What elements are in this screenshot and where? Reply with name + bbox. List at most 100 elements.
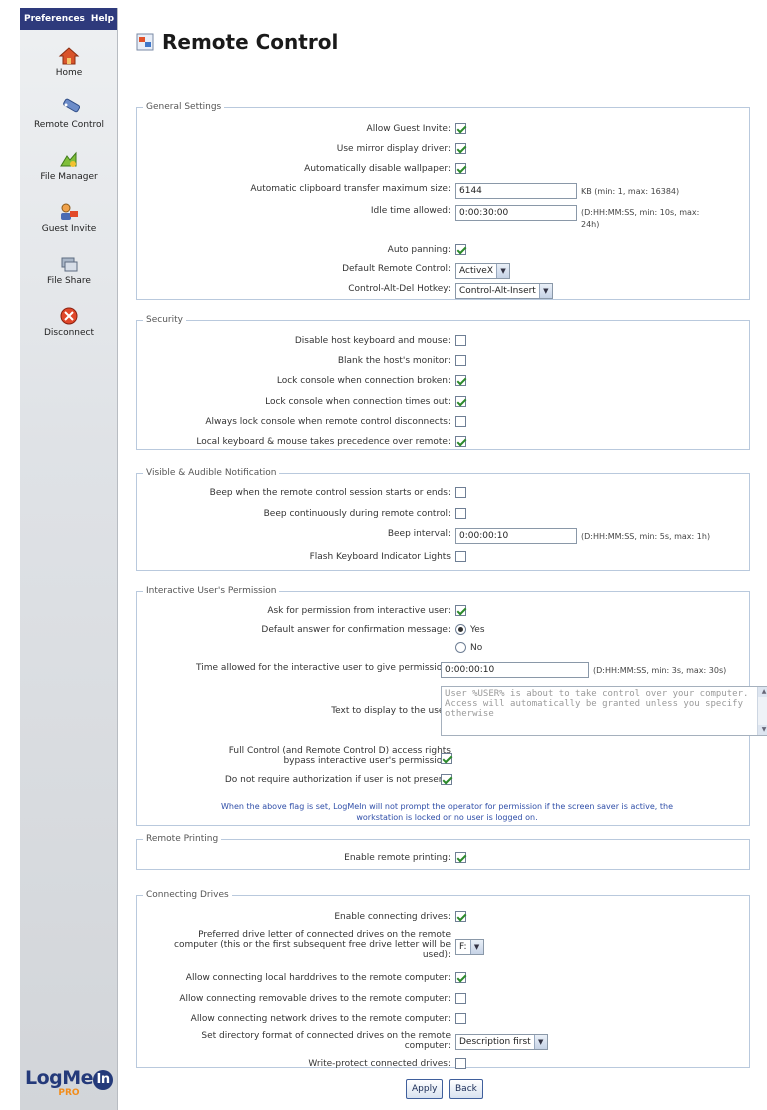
row-auto-panning: Auto panning: xyxy=(137,244,749,260)
user-text-textarea[interactable]: User %USER% is about to take control ove… xyxy=(441,686,767,736)
nav-file-share[interactable]: File Share xyxy=(20,254,118,292)
row-cad-hotkey: Control-Alt-Del Hotkey: Control-Alt-Inse… xyxy=(137,283,749,299)
security-group: Security Disable host keyboard and mouse… xyxy=(136,315,750,450)
blank-monitor-checkbox[interactable] xyxy=(455,355,466,366)
dir-format-select[interactable]: Description first ▼ xyxy=(455,1034,548,1050)
row-local-hd: Allow connecting local harddrives to the… xyxy=(137,972,749,988)
removable-label: Allow connecting removable drives to the… xyxy=(179,994,451,1004)
row-flash: Flash Keyboard Indicator Lights xyxy=(137,551,749,567)
row-network: Allow connecting network drives to the r… xyxy=(137,1013,749,1029)
removable-checkbox[interactable] xyxy=(455,993,466,1004)
row-answer-no: No xyxy=(137,642,749,658)
disable-wallpaper-label: Automatically disable wallpaper: xyxy=(304,164,451,174)
nav-disconnect[interactable]: Disconnect xyxy=(20,306,118,344)
beep-interval-input[interactable] xyxy=(455,528,577,544)
nav-file-manager[interactable]: File Manager xyxy=(20,150,118,188)
home-icon xyxy=(58,47,80,65)
drive-letter-label-line3: used): xyxy=(422,950,451,960)
permission-time-input[interactable] xyxy=(441,662,589,678)
write-protect-checkbox[interactable] xyxy=(455,1058,466,1069)
logo-wordmark: LogMe xyxy=(24,1067,94,1089)
idle-time-input[interactable] xyxy=(455,205,577,221)
menu-help[interactable]: Help xyxy=(91,8,114,30)
beep-start-label: Beep when the remote control session sta… xyxy=(209,488,451,498)
no-auth-checkbox[interactable] xyxy=(441,774,452,785)
menu-preferences[interactable]: Preferences xyxy=(24,8,85,30)
row-blank-monitor: Blank the host's monitor: xyxy=(137,355,749,371)
file-manager-icon xyxy=(60,151,77,167)
ask-permission-checkbox[interactable] xyxy=(455,605,466,616)
nav-file-manager-label: File Manager xyxy=(40,172,98,182)
row-allow-guest-invite: Allow Guest Invite: xyxy=(137,123,749,139)
beep-cont-checkbox[interactable] xyxy=(455,508,466,519)
answer-yes-radio[interactable] xyxy=(455,624,466,635)
row-enable-drives: Enable connecting drives: xyxy=(137,911,749,927)
remote-control-icon xyxy=(63,98,80,113)
page-title: Remote Control xyxy=(162,30,339,54)
always-lock-label: Always lock console when remote control … xyxy=(205,417,451,427)
general-settings-group: General Settings Allow Guest Invite: Use… xyxy=(136,102,750,300)
always-lock-checkbox[interactable] xyxy=(455,416,466,427)
nav-file-share-label: File Share xyxy=(47,276,91,286)
disconnect-icon xyxy=(60,307,78,325)
textarea-scrollbar[interactable]: ▲ ▼ xyxy=(757,687,767,735)
allow-guest-invite-checkbox[interactable] xyxy=(455,123,466,134)
apply-button[interactable]: Apply xyxy=(406,1079,444,1099)
guest-invite-icon xyxy=(61,203,78,220)
default-rc-select[interactable]: ActiveX ▼ xyxy=(455,263,511,279)
nav-guest-invite-label: Guest Invite xyxy=(41,224,97,234)
chevron-down-icon: ▼ xyxy=(533,1035,547,1049)
row-clipboard: Automatic clipboard transfer maximum siz… xyxy=(137,183,749,199)
nav-guest-invite[interactable]: Guest Invite xyxy=(20,202,118,240)
chevron-down-icon: ▼ xyxy=(469,940,483,954)
lock-timeout-label: Lock console when connection times out: xyxy=(265,397,451,407)
drive-letter-label-line1: Preferred drive letter of connected driv… xyxy=(198,930,451,940)
local-hd-checkbox[interactable] xyxy=(455,972,466,983)
row-removable: Allow connecting removable drives to the… xyxy=(137,993,749,1009)
full-control-checkbox[interactable] xyxy=(441,753,452,764)
row-user-text: Text to display to the user: User %USER%… xyxy=(137,686,767,738)
row-local-precedence: Local keyboard & mouse takes precedence … xyxy=(137,436,749,452)
row-beep-start: Beep when the remote control session sta… xyxy=(137,487,749,503)
enable-printing-checkbox[interactable] xyxy=(455,852,466,863)
idle-time-label: Idle time allowed: xyxy=(370,206,451,216)
logmein-logo: LogMe In PRO xyxy=(24,1067,114,1098)
drive-letter-select[interactable]: F: ▼ xyxy=(455,939,484,955)
enable-drives-checkbox[interactable] xyxy=(455,911,466,922)
scroll-down-icon[interactable]: ▼ xyxy=(758,725,767,735)
permission-note-line1: When the above flag is set, LogMeIn will… xyxy=(221,802,673,811)
local-precedence-checkbox[interactable] xyxy=(455,436,466,447)
logo-circle: In xyxy=(93,1070,114,1090)
back-button[interactable]: Back xyxy=(449,1079,483,1099)
permission-legend: Interactive User's Permission xyxy=(146,586,277,596)
auto-panning-checkbox[interactable] xyxy=(455,244,466,255)
mirror-driver-checkbox[interactable] xyxy=(455,143,466,154)
flash-checkbox[interactable] xyxy=(455,551,466,562)
disable-kb-checkbox[interactable] xyxy=(455,335,466,346)
drives-group: Connecting Drives Enable connecting driv… xyxy=(136,890,750,1069)
ask-permission-label: Ask for permission from interactive user… xyxy=(267,606,451,616)
disable-wallpaper-checkbox[interactable] xyxy=(455,163,466,174)
row-dir-format: Set directory format of connected drives… xyxy=(137,1031,749,1055)
lock-timeout-checkbox[interactable] xyxy=(455,396,466,407)
network-label: Allow connecting network drives to the r… xyxy=(190,1014,451,1024)
full-control-label-line1: Full Control (and Remote Control D) acce… xyxy=(228,746,451,756)
nav-remote-control[interactable]: Remote Control xyxy=(20,98,118,136)
network-checkbox[interactable] xyxy=(455,1013,466,1024)
answer-no-radio[interactable] xyxy=(455,642,466,653)
idle-time-hint: (D:HH:MM:SS, min: 10s, max: 24h) xyxy=(581,207,699,231)
clipboard-size-input[interactable] xyxy=(455,183,577,199)
row-drive-letter: Preferred drive letter of connected driv… xyxy=(137,930,749,964)
cad-hotkey-select[interactable]: Control-Alt-Insert ▼ xyxy=(455,283,553,299)
beep-cont-label: Beep continuously during remote control: xyxy=(263,509,451,519)
scroll-up-icon[interactable]: ▲ xyxy=(758,687,767,697)
row-beep-cont: Beep continuously during remote control: xyxy=(137,508,749,524)
row-idle-time: Idle time allowed: (D:HH:MM:SS, min: 10s… xyxy=(137,205,749,231)
lock-broken-checkbox[interactable] xyxy=(455,375,466,386)
row-ask-permission: Ask for permission from interactive user… xyxy=(137,605,749,621)
nav-home[interactable]: Home xyxy=(20,46,118,84)
security-legend: Security xyxy=(146,315,183,325)
beep-start-checkbox[interactable] xyxy=(455,487,466,498)
enable-printing-label: Enable remote printing: xyxy=(344,853,451,863)
full-control-label: Full Control (and Remote Control D) acce… xyxy=(181,746,451,766)
